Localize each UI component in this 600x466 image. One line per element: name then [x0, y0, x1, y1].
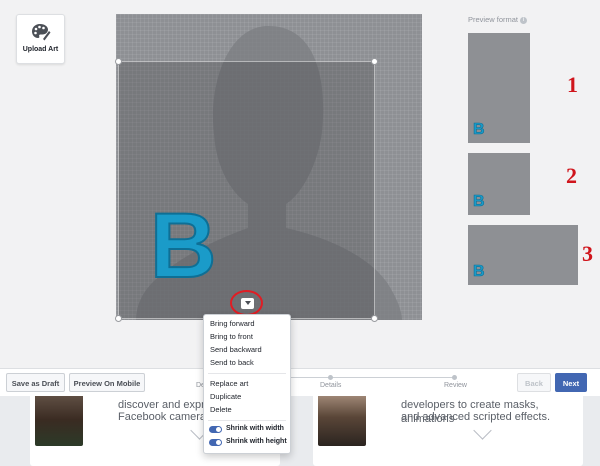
person-photo-left	[35, 388, 83, 446]
preview-on-mobile-button[interactable]: Preview On Mobile	[69, 373, 145, 392]
resize-handle-bottom-left[interactable]	[115, 315, 122, 322]
logo-art[interactable]: B	[149, 199, 217, 293]
next-button[interactable]: Next	[555, 373, 587, 392]
back-button[interactable]: Back	[517, 373, 551, 392]
preview-logo: B	[473, 263, 485, 281]
shrink-height-toggle[interactable]	[209, 439, 222, 446]
menu-item-bring-to-front[interactable]: Bring to front	[210, 332, 253, 341]
preview-logo: B	[473, 121, 485, 139]
card-text-line-2: and advanced scripted effects.	[401, 411, 551, 423]
bottom-action-bar: Save as Draft Preview On Mobile De Detai…	[0, 368, 600, 396]
background-card-right: developers to create masks, animations a…	[313, 384, 583, 466]
menu-item-send-to-back[interactable]: Send to back	[210, 358, 254, 367]
save-draft-button[interactable]: Save as Draft	[6, 373, 65, 392]
upload-art-button[interactable]: Upload Art	[16, 14, 65, 64]
card-text-line-2: Facebook camera	[118, 411, 207, 423]
person-photo-right	[318, 388, 366, 446]
info-icon[interactable]: i	[520, 16, 528, 24]
menu-divider	[208, 373, 286, 374]
step-dot-details	[328, 375, 333, 380]
menu-item-replace-art[interactable]: Replace art	[210, 379, 248, 388]
step-label-details: Details	[320, 382, 342, 389]
preview-logo: B	[473, 193, 485, 211]
preview-format-square[interactable]: B	[468, 153, 530, 215]
shrink-width-toggle[interactable]	[209, 426, 222, 433]
shrink-height-label: Shrink with height	[226, 438, 287, 445]
palette-icon	[32, 24, 51, 41]
menu-item-send-backward[interactable]: Send backward	[210, 345, 262, 354]
annotation-circle	[230, 290, 263, 316]
preview-format-portrait[interactable]: B	[468, 33, 530, 143]
preview-format-title: Preview format i	[468, 15, 528, 24]
upload-art-label: Upload Art	[22, 46, 59, 53]
annotation-number-3: 3	[582, 241, 593, 266]
annotation-number-2: 2	[566, 163, 577, 188]
resize-handle-top-left[interactable]	[115, 58, 122, 65]
preview-format-landscape[interactable]: B	[468, 225, 578, 285]
frame-editor: Upload Art B Preview format i B B B 1 2 3	[0, 0, 600, 368]
preview-format-label: Preview format	[468, 15, 519, 24]
step-dot-review	[452, 375, 457, 380]
resize-handle-bottom-right[interactable]	[371, 315, 378, 322]
step-label-review: Review	[444, 382, 467, 389]
menu-item-duplicate[interactable]: Duplicate	[210, 392, 241, 401]
annotation-number-1: 1	[567, 72, 578, 97]
shrink-width-label: Shrink with width	[226, 425, 284, 432]
art-context-menu: Bring forward Bring to front Send backwa…	[203, 314, 291, 454]
menu-item-delete[interactable]: Delete	[210, 405, 232, 414]
menu-item-bring-forward[interactable]: Bring forward	[210, 319, 255, 328]
menu-divider	[208, 420, 286, 421]
resize-handle-top-right[interactable]	[371, 58, 378, 65]
